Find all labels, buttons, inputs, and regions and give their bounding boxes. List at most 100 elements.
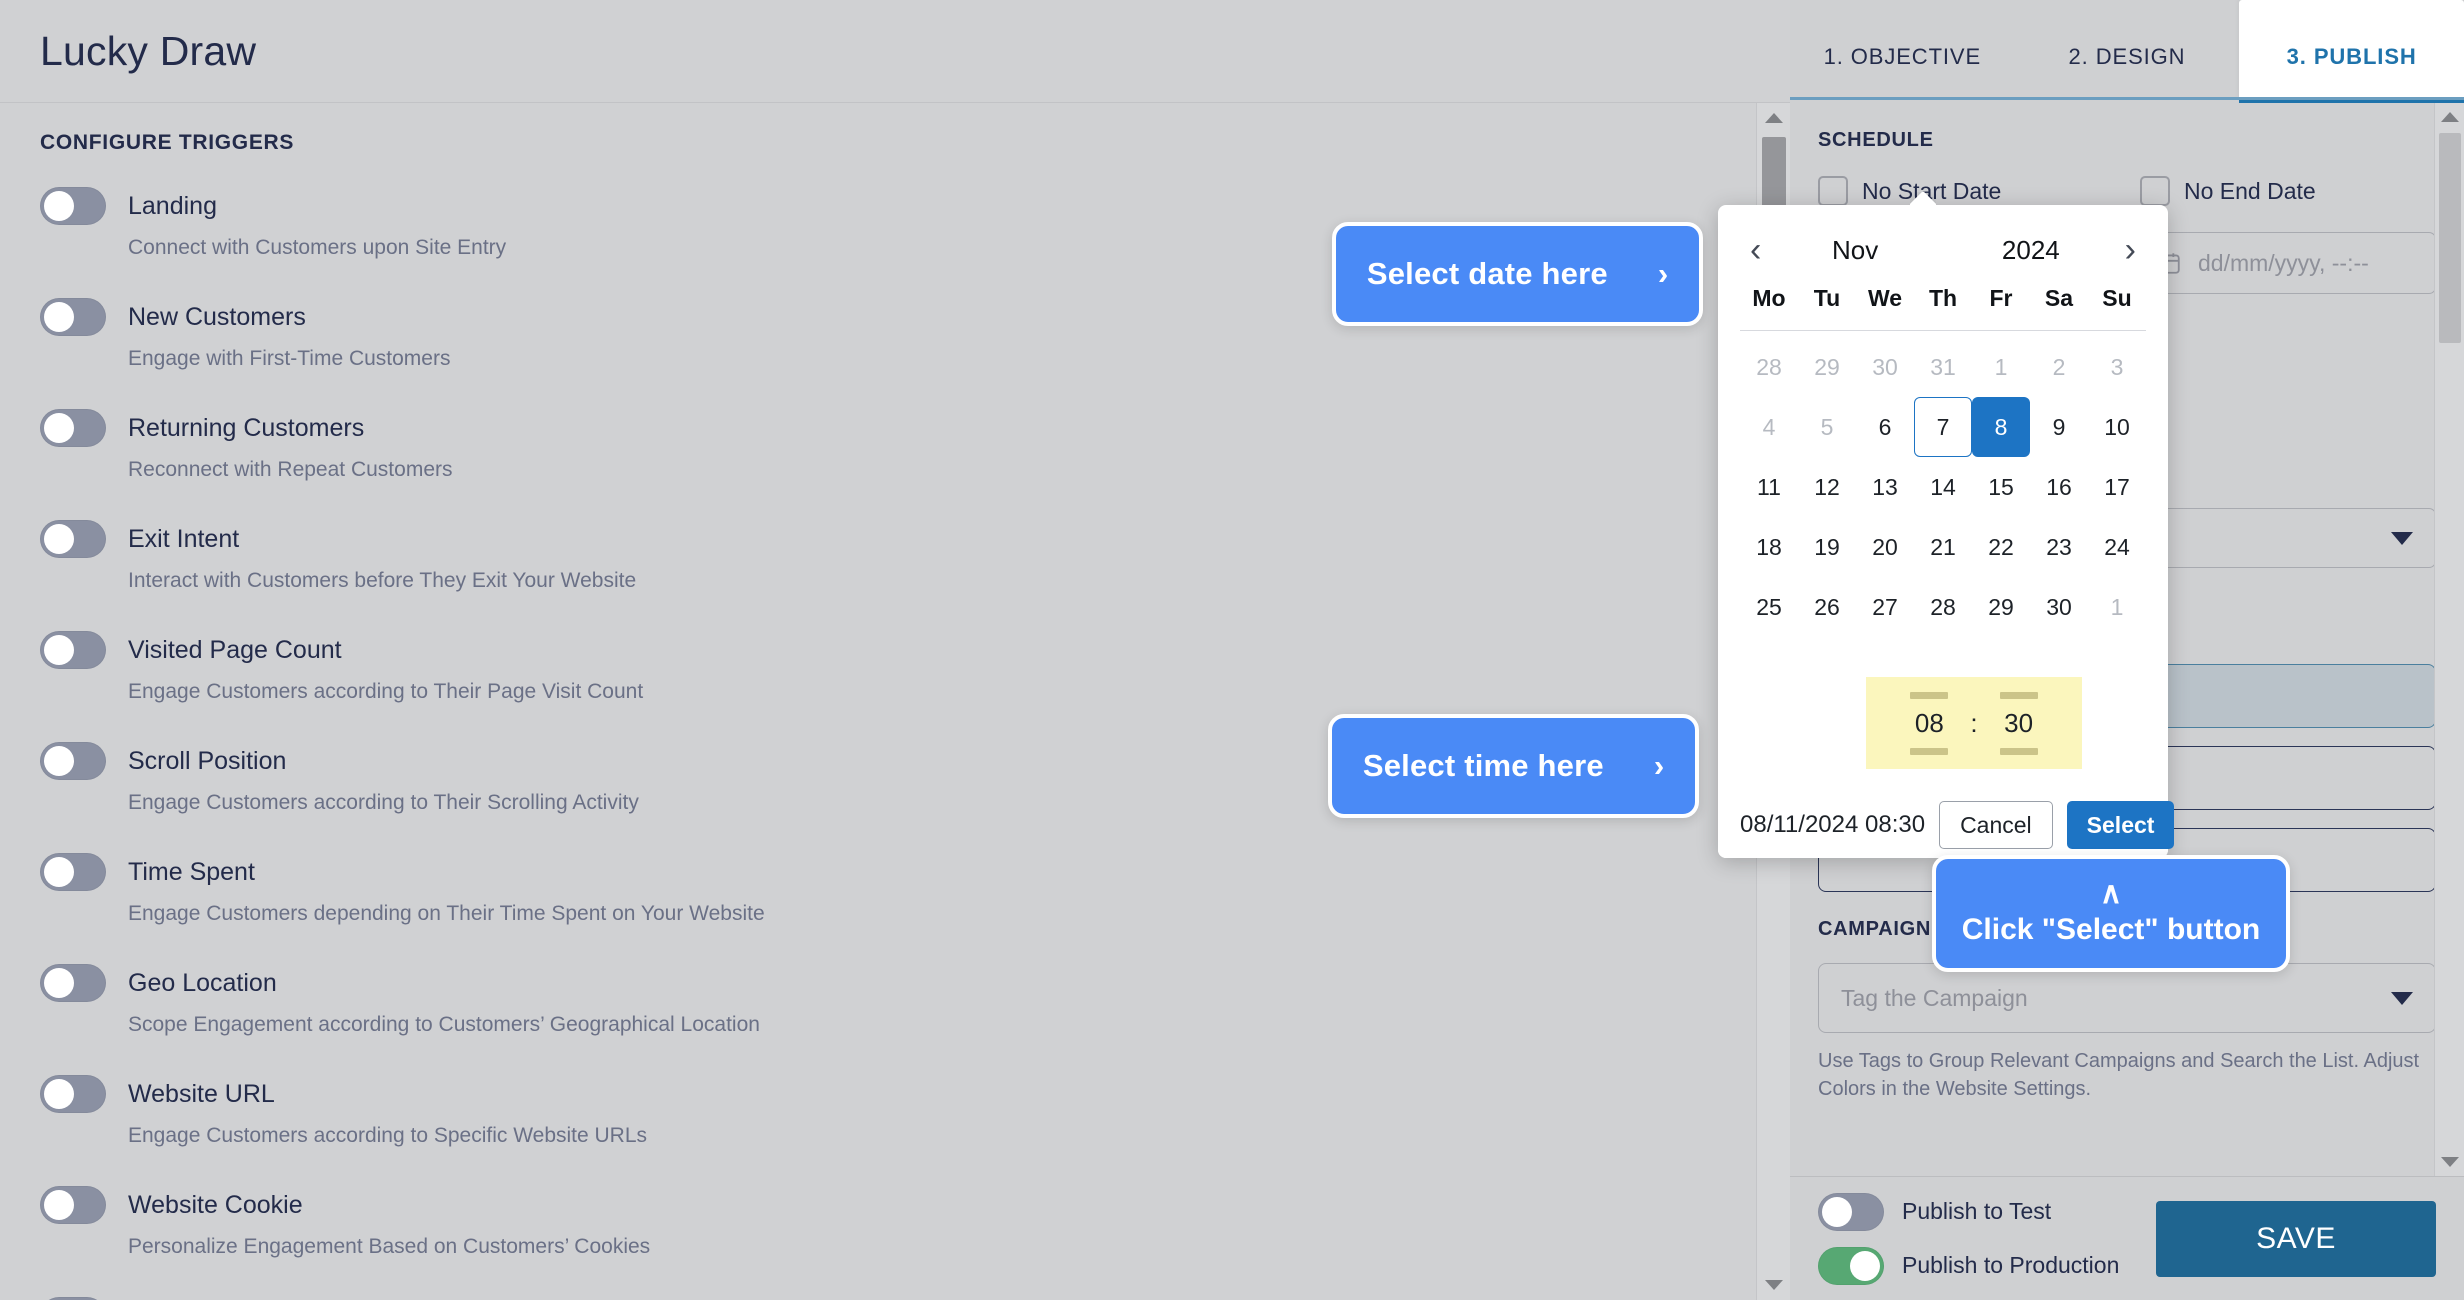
calendar-day[interactable]: 17 — [2088, 457, 2146, 517]
minutes-stepper[interactable]: 30 — [1999, 691, 2038, 755]
trigger-description: Engage Customers according to Specific W… — [128, 1124, 648, 1147]
select-button[interactable]: Select — [2066, 801, 2175, 849]
cancel-button[interactable]: Cancel — [1939, 801, 2053, 849]
trigger-row: Visited Page Count Engage Customers accor… — [40, 631, 1750, 704]
coachmark-select-time[interactable]: Select time here › — [1328, 714, 1699, 818]
publish-to-production-toggle[interactable] — [1818, 1246, 1884, 1285]
calendar-day[interactable]: 20 — [1856, 517, 1914, 577]
no-start-date-checkbox[interactable] — [1818, 176, 1848, 206]
publish-to-production-label: Publish to Production — [1902, 1252, 2120, 1278]
calendar-day[interactable]: 23 — [2030, 517, 2088, 577]
calendar-day: 30 — [1872, 353, 1898, 380]
calendar-weekday-row: Mo Tu We Th Fr Sa Su — [1740, 285, 2146, 331]
trigger-row: Geo Location Scope Engagement according t… — [40, 964, 1750, 1037]
calendar-day[interactable]: 24 — [2088, 517, 2146, 577]
no-end-date-checkbox-item[interactable]: No End Date — [2140, 176, 2436, 206]
calendar-weekday: Sa — [2044, 285, 2074, 311]
scroll-up-arrow-icon[interactable] — [2435, 103, 2464, 131]
trigger-toggle[interactable] — [40, 742, 106, 780]
trigger-toggle[interactable] — [40, 1186, 106, 1224]
calendar-weekday: Mo — [1752, 285, 1786, 311]
trigger-toggle[interactable] — [40, 1075, 106, 1113]
calendar-day[interactable]: 6 — [1856, 397, 1914, 457]
calendar-day[interactable]: 9 — [2030, 397, 2088, 457]
calendar-day[interactable]: 26 — [1798, 577, 1856, 637]
calendar-day[interactable]: 10 — [2088, 397, 2146, 457]
calendar-day[interactable]: 11 — [1740, 457, 1798, 517]
selected-datetime-stamp: 08/11/2024 08:30 — [1740, 811, 1926, 838]
scroll-up-arrow-icon[interactable] — [1757, 103, 1790, 133]
calendar-day[interactable]: 27 — [1856, 577, 1914, 637]
calendar-day[interactable]: 28 — [1914, 577, 1972, 637]
publish-to-test-row[interactable]: Publish to Test — [1818, 1192, 2136, 1231]
calendar-day[interactable]: 8 — [1972, 397, 2030, 457]
minutes-decrement-icon[interactable] — [1999, 747, 2038, 755]
publish-to-test-toggle[interactable] — [1818, 1192, 1884, 1231]
calendar-header: ‹ Nov 2024 › — [1740, 225, 2146, 285]
minutes-increment-icon[interactable] — [1999, 691, 2038, 699]
trigger-toggle[interactable] — [40, 520, 106, 558]
coachmark-click-select-label: Click "Select" button — [1961, 913, 2261, 946]
trigger-toggle[interactable] — [40, 853, 106, 891]
calendar-weekday: We — [1867, 285, 1903, 311]
schedule-heading: SCHEDULE — [1818, 129, 1934, 151]
publish-to-production-row[interactable]: Publish to Production — [1818, 1246, 2136, 1285]
no-start-date-checkbox-item[interactable]: No Start Date — [1818, 176, 2114, 206]
tab-design[interactable]: 2. DESIGN — [2015, 0, 2240, 100]
trigger-description: Interact with Customers before They Exit… — [128, 569, 637, 592]
coachmark-select-date[interactable]: Select date here › — [1332, 222, 1703, 326]
tab-objective[interactable]: 1. OBJECTIVE — [1790, 0, 2015, 100]
trigger-toggle[interactable] — [40, 409, 106, 447]
select-button-label: Select — [2086, 811, 2155, 838]
trigger-toggle[interactable] — [40, 964, 106, 1002]
calendar-weekday: Fr — [1989, 285, 2013, 311]
save-button[interactable]: SAVE — [2156, 1200, 2436, 1277]
trigger-toggle[interactable] — [40, 631, 106, 669]
calendar-day[interactable]: 13 — [1856, 457, 1914, 517]
calendar-day: 28 — [1756, 353, 1782, 380]
calendar-month-label[interactable]: Nov — [1767, 235, 1943, 266]
calendar-year-label[interactable]: 2024 — [1943, 235, 2119, 266]
scroll-down-arrow-icon[interactable] — [1757, 1270, 1790, 1300]
trigger-label: Visited Page Count — [128, 635, 342, 664]
calendar-day[interactable]: 30 — [2030, 577, 2088, 637]
calendar-day: 31 — [1930, 353, 1956, 380]
tab-publish[interactable]: 3. PUBLISH — [2239, 0, 2464, 103]
hours-decrement-icon[interactable] — [1910, 747, 1949, 755]
calendar-day[interactable]: 15 — [1972, 457, 2030, 517]
calendar-day[interactable]: 18 — [1740, 517, 1798, 577]
calendar-day[interactable]: 7 — [1914, 397, 1972, 457]
calendar-day: 4 — [1762, 413, 1776, 440]
picker-footer: 08/11/2024 08:30 Cancel Select — [1718, 792, 2175, 858]
right-scrollbar-thumb[interactable] — [2439, 133, 2461, 343]
trigger-description: Engage Customers depending on Their Time… — [128, 902, 765, 925]
hours-increment-icon[interactable] — [1910, 691, 1949, 699]
trigger-toggle[interactable] — [40, 187, 106, 225]
trigger-label: New Customers — [128, 302, 306, 331]
save-button-label: SAVE — [2256, 1221, 2336, 1255]
calendar-day[interactable]: 22 — [1972, 517, 2030, 577]
calendar-day[interactable]: 29 — [1972, 577, 2030, 637]
end-date-placeholder: dd/mm/yyyy, --:-- — [2198, 249, 2369, 276]
right-panel-scrollbar[interactable] — [2434, 103, 2464, 1176]
calendar-day[interactable]: 19 — [1798, 517, 1856, 577]
calendar-day[interactable]: 16 — [2030, 457, 2088, 517]
no-end-date-checkbox[interactable] — [2140, 176, 2170, 206]
calendar-day[interactable]: 12 — [1798, 457, 1856, 517]
calendar-prev-month-button[interactable]: ‹ — [1744, 233, 1767, 267]
scroll-down-arrow-icon[interactable] — [2435, 1148, 2464, 1176]
hours-stepper[interactable]: 08 — [1910, 691, 1949, 755]
trigger-row: Time Spent Engage Customers depending on … — [40, 853, 1750, 926]
calendar-next-month-button[interactable]: › — [2119, 233, 2142, 267]
calendar-day[interactable]: 14 — [1914, 457, 1972, 517]
calendar-day[interactable]: 21 — [1914, 517, 1972, 577]
campaign-tag-select[interactable]: Tag the Campaign — [1818, 963, 2436, 1033]
trigger-description: Reconnect with Repeat Customers — [128, 458, 453, 481]
trigger-description: Personalize Engagement Based on Customer… — [128, 1235, 651, 1258]
calendar-day[interactable]: 25 — [1740, 577, 1798, 637]
publish-footer: Publish to Test Publish to Production SA… — [1790, 1176, 2464, 1300]
coachmark-click-select[interactable]: ∧ Click "Select" button — [1932, 855, 2290, 972]
tab-design-label: 2. DESIGN — [2068, 44, 2186, 69]
end-date-input[interactable]: dd/mm/yyyy, --:-- — [2137, 232, 2436, 294]
trigger-toggle[interactable] — [40, 298, 106, 336]
